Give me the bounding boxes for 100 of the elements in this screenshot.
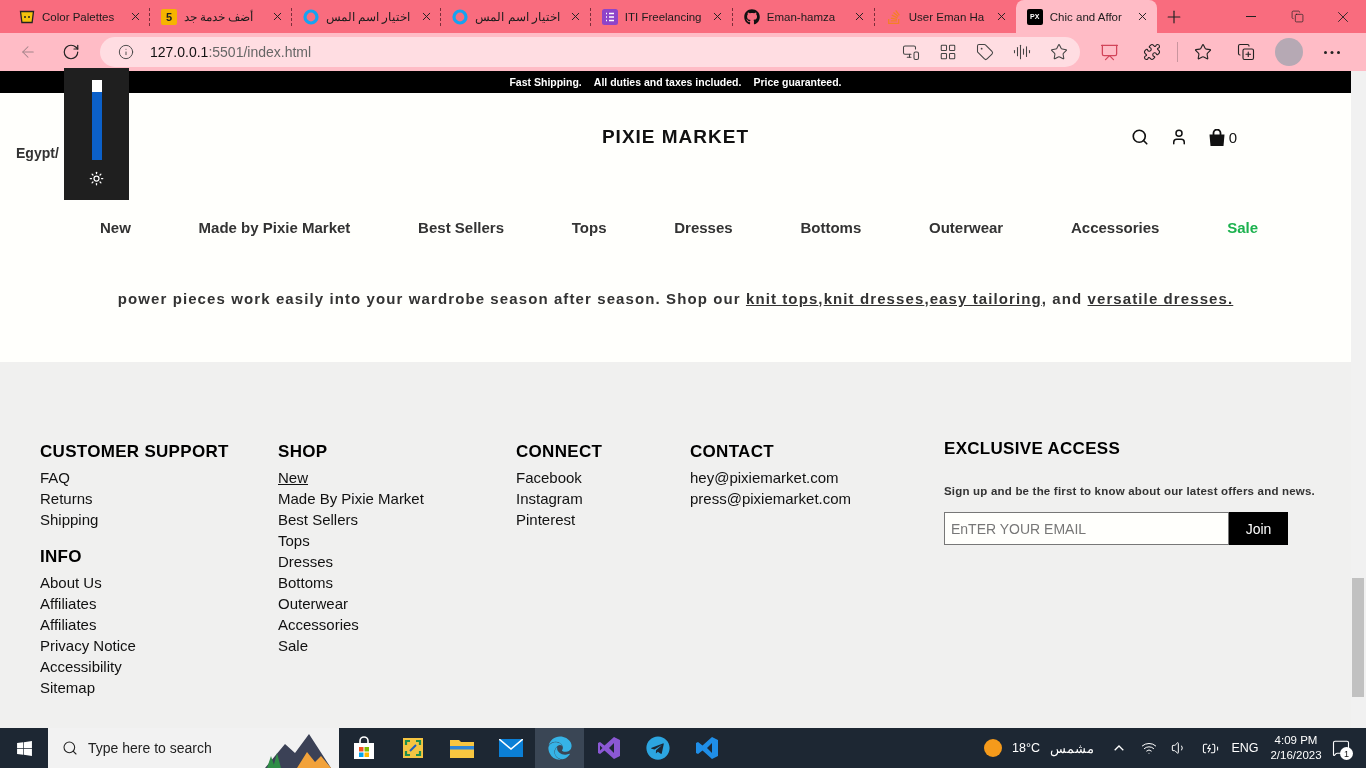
browser-tab[interactable]: User Eman Ha [874, 0, 1016, 33]
taskbar-search-box[interactable]: Type here to search [48, 728, 339, 768]
footer-link[interactable]: Best Sellers [278, 509, 359, 530]
footer-link[interactable]: Bottoms [278, 572, 334, 593]
minimize-icon [1246, 16, 1256, 17]
cup-icon [19, 8, 35, 25]
presentation-board-icon [1099, 42, 1119, 62]
url-text: 127.0.0.1:5501/index.html [150, 44, 312, 60]
footer-link[interactable]: Made By Pixie Market [278, 488, 424, 509]
store-logo[interactable]: PIXIE MARKET [601, 126, 750, 148]
grid-icon[interactable] [939, 43, 957, 61]
footer-link[interactable]: Dresses [278, 551, 333, 572]
sun-icon [89, 171, 104, 186]
list-icon [601, 8, 618, 25]
footer-heading: EXCLUSIVE ACCESS [944, 439, 1121, 459]
footer-link[interactable]: Affiliates [40, 614, 97, 635]
footer-link[interactable]: Outerwear [278, 593, 349, 614]
ribbon-logo-icon [596, 736, 621, 760]
taskbar-search-field[interactable]: Type here to search [88, 734, 259, 762]
footer-link[interactable]: Accessories [278, 614, 359, 635]
join-button[interactable]: Join [1229, 512, 1288, 545]
browser-tab[interactable]: Color Palettes [8, 0, 149, 33]
email-field[interactable]: EnTER YOUR EMAIL [944, 512, 1229, 545]
nav-link[interactable]: Made by Pixie Market [198, 218, 351, 236]
tag-icon[interactable] [976, 43, 994, 61]
footer-link[interactable]: New [278, 467, 308, 488]
footer-link[interactable]: Facebook [516, 467, 582, 488]
monitor-phone-icon[interactable] [902, 43, 920, 61]
wave-logo-icon [547, 736, 572, 760]
newsletter-text: Sign up and be the first to know about our latest offers and news. [944, 484, 1315, 499]
footer-link[interactable]: Instagram [516, 488, 583, 509]
info-icon[interactable] [118, 44, 134, 60]
ring-icon [303, 8, 319, 25]
region-selector[interactable]: Egypt/ [16, 145, 59, 161]
folder-icon [449, 738, 474, 758]
address-bar[interactable]: 127.0.0.1:5501/index.html [100, 37, 1080, 67]
footer-heading: SHOP [278, 442, 328, 462]
footer-link[interactable]: Pinterest [516, 509, 576, 530]
footer-link[interactable]: Privacy Notice [40, 635, 136, 656]
wifi-icon [1141, 740, 1157, 756]
search-icon [62, 740, 78, 756]
sun-icon [984, 739, 1003, 757]
shopping-bag-icon [351, 736, 376, 760]
stacked-bars-icon [885, 8, 902, 25]
restore-icon [1290, 10, 1304, 23]
shopping-bag-icon[interactable] [1208, 128, 1225, 146]
ring-icon [452, 8, 469, 25]
footer-link[interactable]: Tops [278, 530, 310, 551]
nav-link[interactable]: Accessories [1070, 218, 1160, 236]
banner-text: Price guaranteed. [753, 76, 842, 88]
text-link[interactable]: knit dresses [823, 290, 925, 307]
footer-link[interactable]: press@pixiemarket.com [690, 488, 852, 509]
profile-avatar [1275, 38, 1303, 66]
banner-text: Fast Shipping. [509, 76, 582, 88]
scrollbar-thumb[interactable] [1352, 578, 1364, 697]
clock-button[interactable]: 4:09 PM 2/16/2023 [1264, 728, 1328, 768]
crop-frame-icon [400, 736, 425, 760]
reload-icon [62, 43, 80, 61]
nav-link[interactable]: New [100, 218, 131, 236]
favicon-tile: 5 [161, 8, 177, 25]
text-link[interactable]: versatile dresses. [1087, 290, 1234, 307]
nav-link[interactable]: Bottoms [800, 218, 862, 236]
footer-heading: CONTACT [690, 442, 774, 462]
browser-tab[interactable]: اختيار اسم المس [292, 0, 441, 33]
paper-plane-icon [645, 736, 670, 760]
footer-heading: INFO [40, 547, 82, 567]
footer-link[interactable]: hey@pixiemarket.com [690, 467, 839, 488]
star-icon[interactable] [1050, 43, 1068, 61]
language-button[interactable]: ENG [1226, 728, 1264, 768]
browser-tab[interactable]: ITI Freelancing [590, 0, 732, 33]
footer-link[interactable]: Sitemap [40, 677, 96, 698]
nav-link[interactable]: Best Sellers [418, 218, 504, 236]
read-aloud-icon[interactable] [1013, 43, 1031, 61]
footer-heading: CUSTOMER SUPPORT [40, 442, 229, 462]
notification-icon [1332, 739, 1350, 757]
footer-link[interactable]: Returns [40, 488, 93, 509]
browser-tab[interactable]: Eman-hamza [732, 0, 874, 33]
collections-icon [1237, 43, 1255, 61]
footer-link[interactable]: Shipping [40, 509, 99, 530]
nav-link[interactable]: Dresses [674, 218, 733, 236]
text-link[interactable]: easy tailoring [929, 290, 1042, 307]
search-icon[interactable] [1130, 128, 1149, 146]
footer-link[interactable]: Accessibility [40, 656, 122, 677]
text-link[interactable]: knit tops [745, 290, 819, 307]
scrollbar-track[interactable] [1351, 71, 1366, 728]
intro-paragraph: power pieces work easily into your wardrobe season after season. Shop our knit tops,knit dresses,easy tailoring, and versatile dresses. [117, 289, 1234, 309]
banner-text: All duties and taxes included. [593, 76, 742, 88]
nav-link[interactable]: Tops [571, 218, 607, 236]
footer-link[interactable]: Sale [278, 635, 309, 656]
footer-link[interactable]: About Us [40, 572, 102, 593]
notification-button[interactable]: 1 [1328, 728, 1354, 768]
code-logo-icon [694, 736, 719, 760]
notification-count-badge: 1 [1340, 747, 1353, 760]
footer-link[interactable]: Affiliates [40, 593, 97, 614]
nav-link[interactable]: Outerwear [929, 218, 1004, 236]
cat-silhouette-icon [743, 8, 760, 25]
star-icon [1194, 43, 1212, 61]
cart-count: 0 [1228, 128, 1237, 146]
browser-tab[interactable]: اختيار اسم المس [441, 0, 590, 33]
footer-link[interactable]: FAQ [40, 467, 70, 488]
